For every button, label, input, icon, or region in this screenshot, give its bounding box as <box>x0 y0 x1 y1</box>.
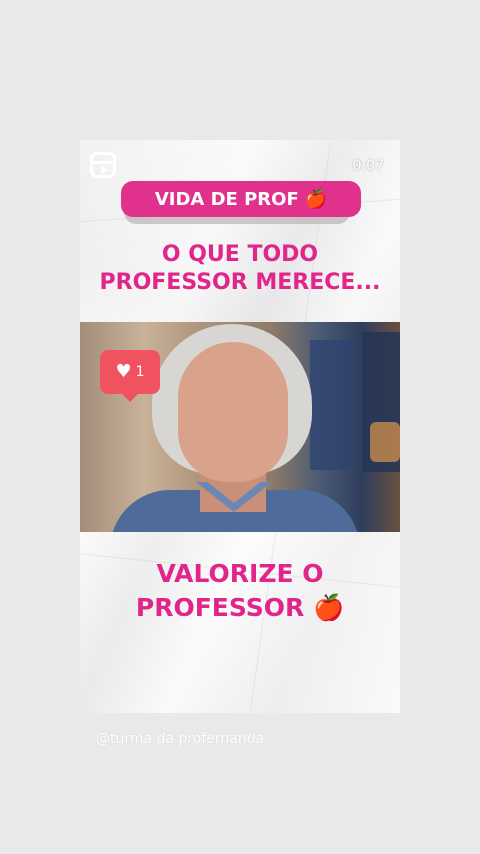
like-count: 1 <box>135 364 145 380</box>
headline-bottom: VALORIZE O PROFESSOR 🍎 <box>80 557 400 625</box>
headline-bottom-text: PROFESSOR <box>135 593 305 622</box>
apple-icon: 🍎 <box>304 188 328 210</box>
reels-icon <box>90 152 116 178</box>
headline-bottom-line1: VALORIZE O <box>156 559 324 588</box>
headline-top: O QUE TODO PROFESSOR MERECE... <box>80 241 400 297</box>
headline-bottom-line2: PROFESSOR 🍎 <box>80 591 400 625</box>
story-card[interactable]: 0:07 VIDA DE PROF 🍎 O QUE TODO PROFESSOR… <box>80 140 400 713</box>
category-badge: VIDA DE PROF 🍎 <box>121 181 361 217</box>
account-caption[interactable]: @turma da profernanda <box>96 731 264 747</box>
headline-top-line2: PROFESSOR MERECE... <box>99 270 381 295</box>
badge-label: VIDA DE PROF <box>154 188 299 210</box>
apple-icon: 🍎 <box>312 593 345 622</box>
video-timer: 0:07 <box>352 158 384 174</box>
headline-top-line1: O QUE TODO <box>161 242 319 267</box>
like-notification[interactable]: ♥ 1 <box>100 350 160 402</box>
heart-icon: ♥ <box>115 361 132 382</box>
